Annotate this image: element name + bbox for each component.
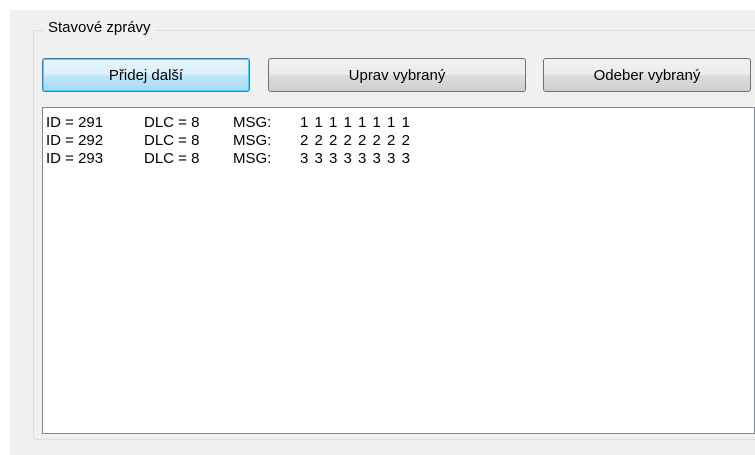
message-data: 2 2 2 2 2 2 2 2 xyxy=(300,132,411,149)
list-item[interactable]: ID = 292 DLC = 8 MSG: 2 2 2 2 2 2 2 2 xyxy=(46,132,754,150)
message-dlc: DLC = 8 xyxy=(144,150,200,167)
groupbox-title: Stavové zprávy xyxy=(44,17,155,39)
message-id: ID = 292 xyxy=(46,132,104,149)
edit-selected-button[interactable]: Uprav vybraný xyxy=(268,58,526,92)
add-next-button[interactable]: Přidej další xyxy=(42,58,250,92)
message-id: ID = 293 xyxy=(46,150,104,167)
message-dlc: DLC = 8 xyxy=(144,132,200,149)
message-label: MSG: xyxy=(233,114,272,131)
list-item[interactable]: ID = 291 DLC = 8 MSG: 1 1 1 1 1 1 1 1 xyxy=(46,114,754,132)
message-data: 1 1 1 1 1 1 1 1 xyxy=(300,114,411,131)
list-item[interactable]: ID = 293 DLC = 8 MSG: 3 3 3 3 3 3 3 3 xyxy=(46,150,754,168)
message-id: ID = 291 xyxy=(46,114,104,131)
message-dlc: DLC = 8 xyxy=(144,114,200,131)
messages-listbox[interactable]: ID = 291 DLC = 8 MSG: 1 1 1 1 1 1 1 1 ID… xyxy=(42,107,755,434)
remove-selected-button[interactable]: Odeber vybraný xyxy=(543,58,751,92)
message-label: MSG: xyxy=(233,150,272,167)
message-label: MSG: xyxy=(233,132,272,149)
message-data: 3 3 3 3 3 3 3 3 xyxy=(300,150,411,167)
